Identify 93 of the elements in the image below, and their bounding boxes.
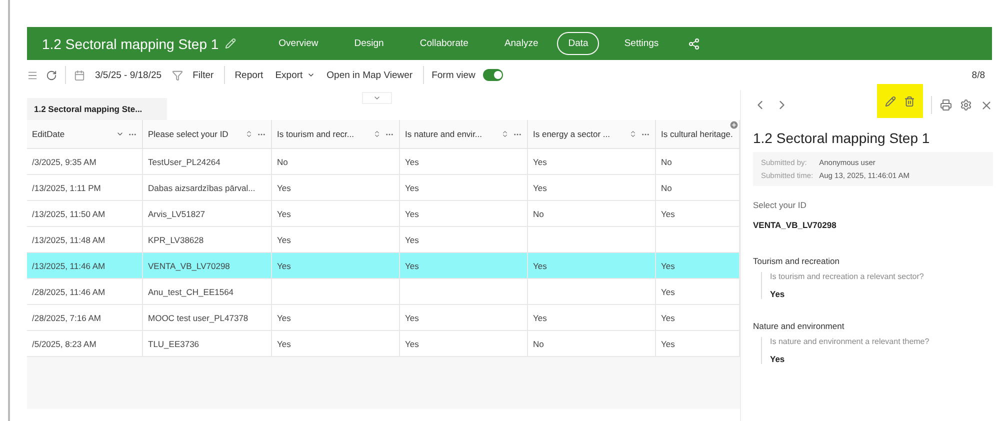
- table-cell: Dabas aizsardzības pārval...: [143, 175, 272, 201]
- nav-tab[interactable]: Analyze: [493, 32, 550, 55]
- table-cell: Yes: [272, 227, 400, 253]
- menu-icon[interactable]: [27, 70, 38, 80]
- column-title[interactable]: Is cultural heritage.: [661, 129, 734, 139]
- table-cell: Yes: [656, 253, 740, 279]
- field-value: VENTA_VB_LV70298: [752, 219, 838, 232]
- delete-icon[interactable]: [904, 96, 915, 106]
- column-title[interactable]: Is energy a sector ...: [533, 129, 625, 139]
- table-cell: Yes: [528, 253, 656, 279]
- table-cell: Arvis_LV51827: [143, 201, 272, 227]
- column-title[interactable]: Is tourism and recr...: [277, 129, 369, 139]
- table-cell: Yes: [400, 305, 528, 331]
- refresh-icon[interactable]: [46, 70, 57, 80]
- question-text: Is nature and environment a relevant theme?: [770, 337, 930, 346]
- table-cell: Yes: [272, 175, 400, 201]
- table-cell: /28/2025, 11:46 AM: [27, 279, 143, 305]
- nav-tab[interactable]: Overview: [268, 32, 330, 55]
- map-viewer-button[interactable]: Open in Map Viewer: [324, 70, 415, 80]
- nav-tab[interactable]: Data: [557, 32, 600, 55]
- table-cell: Yes: [656, 331, 740, 357]
- form-view-label: Form view: [432, 70, 476, 80]
- sort-icon[interactable]: [373, 130, 381, 138]
- caret-icon: [306, 71, 315, 79]
- table-cell: Yes: [272, 201, 400, 227]
- table-cell: Yes: [400, 149, 528, 175]
- close-icon[interactable]: [980, 98, 993, 112]
- table-cell: Yes: [528, 305, 656, 331]
- date-range-button[interactable]: 3/5/25 - 9/18/25: [93, 70, 164, 80]
- table-cell: Yes: [400, 331, 528, 357]
- column-title[interactable]: Please select your ID: [148, 129, 241, 139]
- table-cell: TestUser_PL24264: [143, 149, 272, 175]
- table-cell: TLU_EE3736: [143, 331, 272, 357]
- nav-tab[interactable]: Design: [343, 32, 395, 55]
- table-cell: No: [528, 331, 656, 357]
- table-cell: /13/2025, 11:46 AM: [27, 253, 143, 279]
- table-cell: Anu_test_CH_EE1564: [143, 279, 272, 305]
- column-title[interactable]: EditDate: [32, 129, 112, 139]
- sort-icon[interactable]: [245, 130, 253, 138]
- question-text: Is tourism and recreation a relevant sector?: [770, 272, 925, 281]
- record-title: 1.2 Sectoral mapping Step 1: [752, 129, 931, 148]
- report-button[interactable]: Report: [232, 70, 266, 80]
- table-cell: No: [528, 201, 656, 227]
- print-icon[interactable]: [940, 99, 952, 111]
- nav-tab[interactable]: Collaborate: [408, 32, 480, 55]
- field-label: Select your ID: [752, 199, 808, 212]
- column-title[interactable]: Is nature and envir...: [405, 129, 497, 139]
- table-cell: Yes: [400, 201, 528, 227]
- table-cell: Yes: [656, 279, 740, 305]
- calendar-icon[interactable]: [74, 70, 85, 80]
- table-cell: Yes: [272, 253, 400, 279]
- filter-icon[interactable]: [172, 70, 183, 80]
- pencil-icon[interactable]: [224, 38, 236, 49]
- table-cell: Yes: [656, 201, 740, 227]
- table-cell: Yes: [400, 175, 528, 201]
- table-cell: /3/2025, 9:35 AM: [27, 149, 143, 175]
- caret-icon: [373, 94, 381, 102]
- section-title: Nature and environment: [752, 320, 846, 333]
- settings-icon[interactable]: [960, 99, 972, 111]
- table-cell: /5/2025, 8:23 AM: [27, 331, 143, 357]
- table-cell: Yes: [400, 227, 528, 253]
- table-cell: Yes: [656, 305, 740, 331]
- sort-icon[interactable]: [116, 130, 124, 138]
- table-cell: MOOC test user_PL47378: [143, 305, 272, 331]
- table-cell: No: [656, 149, 740, 175]
- sort-icon[interactable]: [629, 130, 637, 138]
- edit-icon[interactable]: [885, 96, 896, 106]
- table-cell: Yes: [528, 149, 656, 175]
- filter-button[interactable]: Filter: [190, 70, 216, 80]
- record-count: 8/8: [972, 70, 985, 80]
- table-cell: /28/2025, 7:16 AM: [27, 305, 143, 331]
- table-cell: /13/2025, 11:48 AM: [27, 227, 143, 253]
- table-cell: VENTA_VB_LV70298: [143, 253, 272, 279]
- add-column-icon[interactable]: [729, 120, 739, 130]
- table-cell: No: [656, 175, 740, 201]
- table-cell: Yes: [272, 305, 400, 331]
- table-cell: Yes: [272, 331, 400, 357]
- nav-tab[interactable]: Settings: [613, 32, 670, 55]
- sort-icon[interactable]: [501, 130, 509, 138]
- table-cell: KPR_LV38628: [143, 227, 272, 253]
- section-title: Tourism and recreation: [752, 255, 840, 268]
- table-cell: Yes: [528, 175, 656, 201]
- form-view-toggle[interactable]: [483, 69, 504, 81]
- survey-title: 1.2 Sectoral mapping Step 1: [42, 36, 219, 52]
- table-cell: /13/2025, 11:50 AM: [27, 201, 143, 227]
- table-cell: /13/2025, 1:11 PM: [27, 175, 143, 201]
- share-icon[interactable]: [688, 38, 700, 50]
- export-button[interactable]: Export: [273, 70, 317, 80]
- layer-tab[interactable]: 1.2 Sectoral mapping Ste...: [27, 98, 167, 120]
- table-cell: Yes: [400, 253, 528, 279]
- answer-text: Yes: [770, 289, 786, 299]
- answer-text: Yes: [770, 354, 786, 364]
- table-cell: No: [272, 149, 400, 175]
